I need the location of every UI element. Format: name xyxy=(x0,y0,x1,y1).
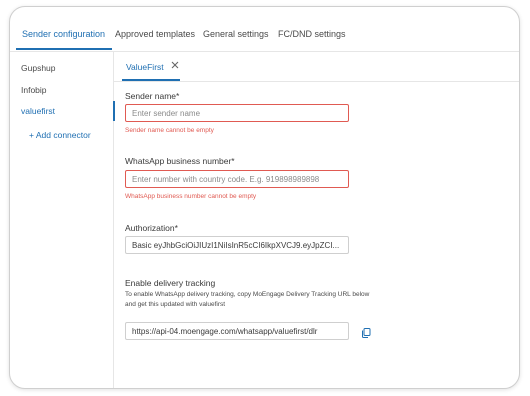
whatsapp-number-input[interactable] xyxy=(132,174,342,184)
top-tab-bar: Sender configuration Approved templates … xyxy=(10,21,519,52)
tab-fc-dnd-settings[interactable]: FC/DND settings xyxy=(278,29,346,39)
tab-valuefirst[interactable]: ValueFirst xyxy=(126,62,164,72)
authorization-field[interactable]: Basic eyJhbGciOiJIUzI1NiIsInR5cCI6IkpXVC… xyxy=(125,236,349,254)
sender-name-field[interactable] xyxy=(125,104,349,122)
sender-name-input[interactable] xyxy=(132,108,342,118)
authorization-value: Basic eyJhbGciOiJIUzI1NiIsInR5cCI6IkpXVC… xyxy=(132,240,340,250)
sidebar-item-infobip[interactable]: Infobip xyxy=(21,85,47,95)
delivery-tracking-hint: To enable WhatsApp delivery tracking, co… xyxy=(125,290,425,309)
connector-tab-indicator xyxy=(122,79,180,81)
sender-name-error: Sender name cannot be empty xyxy=(125,127,214,134)
connector-tab-bar: ValueFirst xyxy=(114,52,519,82)
delivery-tracking-hint-line2: and get this updated with valuefirst xyxy=(125,300,226,308)
sidebar-item-gupshup[interactable]: Gupshup xyxy=(21,63,56,73)
connector-config-panel: ValueFirst Sender name* Sender name cann… xyxy=(114,52,519,388)
connector-sidebar: Gupshup Infobip valuefirst + Add connect… xyxy=(10,52,115,388)
tab-approved-templates[interactable]: Approved templates xyxy=(115,29,195,39)
authorization-label: Authorization* xyxy=(125,223,178,233)
tab-general-settings[interactable]: General settings xyxy=(203,29,269,39)
active-tab-indicator xyxy=(16,48,112,50)
sidebar-item-valuefirst[interactable]: valuefirst xyxy=(21,106,55,116)
whatsapp-number-error: WhatsApp business number cannot be empty xyxy=(125,193,257,200)
delivery-tracking-url-field[interactable]: https://api-04.moengage.com/whatsapp/val… xyxy=(125,322,349,340)
whatsapp-number-field[interactable] xyxy=(125,170,349,188)
close-icon[interactable] xyxy=(169,58,181,72)
delivery-tracking-hint-line1: To enable WhatsApp delivery tracking, co… xyxy=(125,291,370,298)
sender-name-label: Sender name* xyxy=(125,91,180,101)
add-connector-link[interactable]: + Add connector xyxy=(29,130,91,140)
settings-window: Sender configuration Approved templates … xyxy=(9,6,520,389)
whatsapp-number-label: WhatsApp business number* xyxy=(125,156,235,166)
delivery-tracking-label: Enable delivery tracking xyxy=(125,278,216,288)
copy-icon[interactable] xyxy=(360,327,372,339)
delivery-tracking-url: https://api-04.moengage.com/whatsapp/val… xyxy=(132,326,318,336)
tab-sender-configuration[interactable]: Sender configuration xyxy=(22,29,105,39)
